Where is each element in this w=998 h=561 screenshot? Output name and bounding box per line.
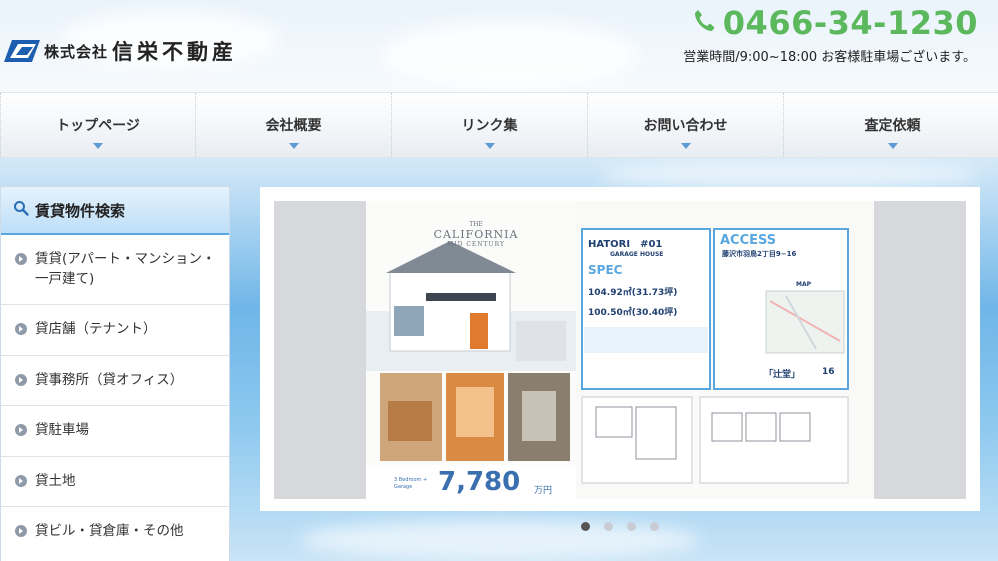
sidebar-item-label: 賃貸(アパート・マンション・一戸建て) [35,251,216,287]
flyer-map-label: MAP [796,281,812,288]
main-nav: トップページ 会社概要 リンク集 お問い合わせ 査定依頼 [0,92,998,158]
flyer-price: 7,780 [438,467,521,497]
nav-down-arrow-icon [484,143,495,149]
hero-slider[interactable]: THE CALIFORNIA MID CENTURY HATORI #01 GA… [260,187,980,511]
flyer-plan: 3 Bedroom + Garage [394,477,428,490]
nav-item-label: 会社概要 [265,118,322,134]
nav-item-label: リンク集 [461,118,518,134]
sidebar-item-apartment[interactable]: 賃貸(アパート・マンション・一戸建て) [1,235,229,305]
nav-down-arrow-icon [288,143,299,149]
flyer-floor-area: 100.50㎡(30.40坪) [588,308,678,318]
flyer-walk-minutes: 16 [822,367,835,377]
phone-icon [693,9,715,37]
nav-item-label: トップページ [56,118,140,134]
slide-side-panel [274,201,366,499]
slider-dot[interactable] [627,522,636,531]
phone-number: 0466-34-1230 [722,4,978,42]
flyer-the: THE [469,221,483,228]
sidebar-item-store[interactable]: 貸店舗（テナント） [1,305,229,356]
sidebar-item-parking[interactable]: 貸駐車場 [1,406,229,457]
sidebar-item-label: 貸土地 [35,473,76,489]
logo-company-name: 信栄不動産 [112,39,238,64]
flyer-hatori: HATORI #01 [588,239,663,250]
sidebar-item-office[interactable]: 貸事務所（貸オフィス） [1,356,229,406]
nav-down-arrow-icon [887,143,898,149]
nav-item-company[interactable]: 会社概要 [196,93,392,157]
phone-contact[interactable]: 0466-34-1230 [693,4,978,42]
nav-down-arrow-icon [93,143,103,149]
arrow-bullet-icon [15,374,27,386]
sidebar-item-building[interactable]: 貸ビル・貸倉庫・その他 [1,507,229,561]
site-header: 株式会社 信栄不動産 0466-34-1230 営業時間/9:00~18:00 … [0,0,998,92]
sidebar-item-label: 貸事務所（貸オフィス） [35,372,184,388]
slider-dot[interactable] [650,522,659,531]
slider-dot[interactable] [581,522,590,531]
sidebar-item-label: 貸店舗（テナント） [35,321,157,337]
logo-mark-icon [4,40,40,62]
nav-item-label: お問い合わせ [643,118,728,134]
nav-down-arrow-icon [680,143,691,149]
nav-item-links[interactable]: リンク集 [392,93,588,157]
search-icon [13,200,29,220]
sidebar-title: 賃貸物件検索 [35,201,126,220]
slider-dot[interactable] [604,522,613,531]
property-flyer: THE CALIFORNIA MID CENTURY HATORI #01 GA… [366,201,874,499]
nav-item-label: 査定依頼 [864,118,921,134]
company-logo[interactable]: 株式会社 信栄不動産 [4,36,237,66]
rental-search-sidebar: 賃貸物件検索 賃貸(アパート・マンション・一戸建て) 貸店舗（テナント） 貸事務… [0,186,230,561]
flyer-mid-century: MID CENTURY [447,241,505,248]
logo-company-type: 株式会社 [44,42,109,61]
nav-item-top[interactable]: トップページ [0,93,196,157]
flyer-price-unit: 万円 [534,486,553,496]
slider-pagination [260,522,980,531]
sidebar-item-label: 貸駐車場 [35,422,89,438]
flyer-california: CALIFORNIA [433,228,519,241]
arrow-bullet-icon [15,253,27,265]
flyer-land-area: 104.92㎡(31.73坪) [588,288,678,298]
slide-side-panel [874,201,966,499]
flyer-station: 「辻堂」 [764,370,801,380]
flyer-address: 藤沢市羽鳥2丁目9−16 [722,250,797,258]
slide-image[interactable]: THE CALIFORNIA MID CENTURY HATORI #01 GA… [274,201,966,499]
nav-item-appraisal[interactable]: 査定依頼 [784,93,998,157]
business-hours: 営業時間/9:00~18:00 お客様駐車場ございます。 [683,50,976,65]
sidebar-header: 賃貸物件検索 [1,187,229,235]
cloud-decoration [600,160,980,190]
sidebar-item-label: 貸ビル・貸倉庫・その他 [35,523,184,539]
arrow-bullet-icon [15,424,27,436]
flyer-spec: SPEC [588,263,623,277]
sidebar-item-land[interactable]: 貸土地 [1,457,229,507]
nav-item-contact[interactable]: お問い合わせ [588,93,784,157]
arrow-bullet-icon [15,323,27,335]
flyer-garage-house: GARAGE HOUSE [610,251,664,258]
arrow-bullet-icon [15,475,27,487]
flyer-access: ACCESS [720,233,777,248]
arrow-bullet-icon [15,525,27,537]
